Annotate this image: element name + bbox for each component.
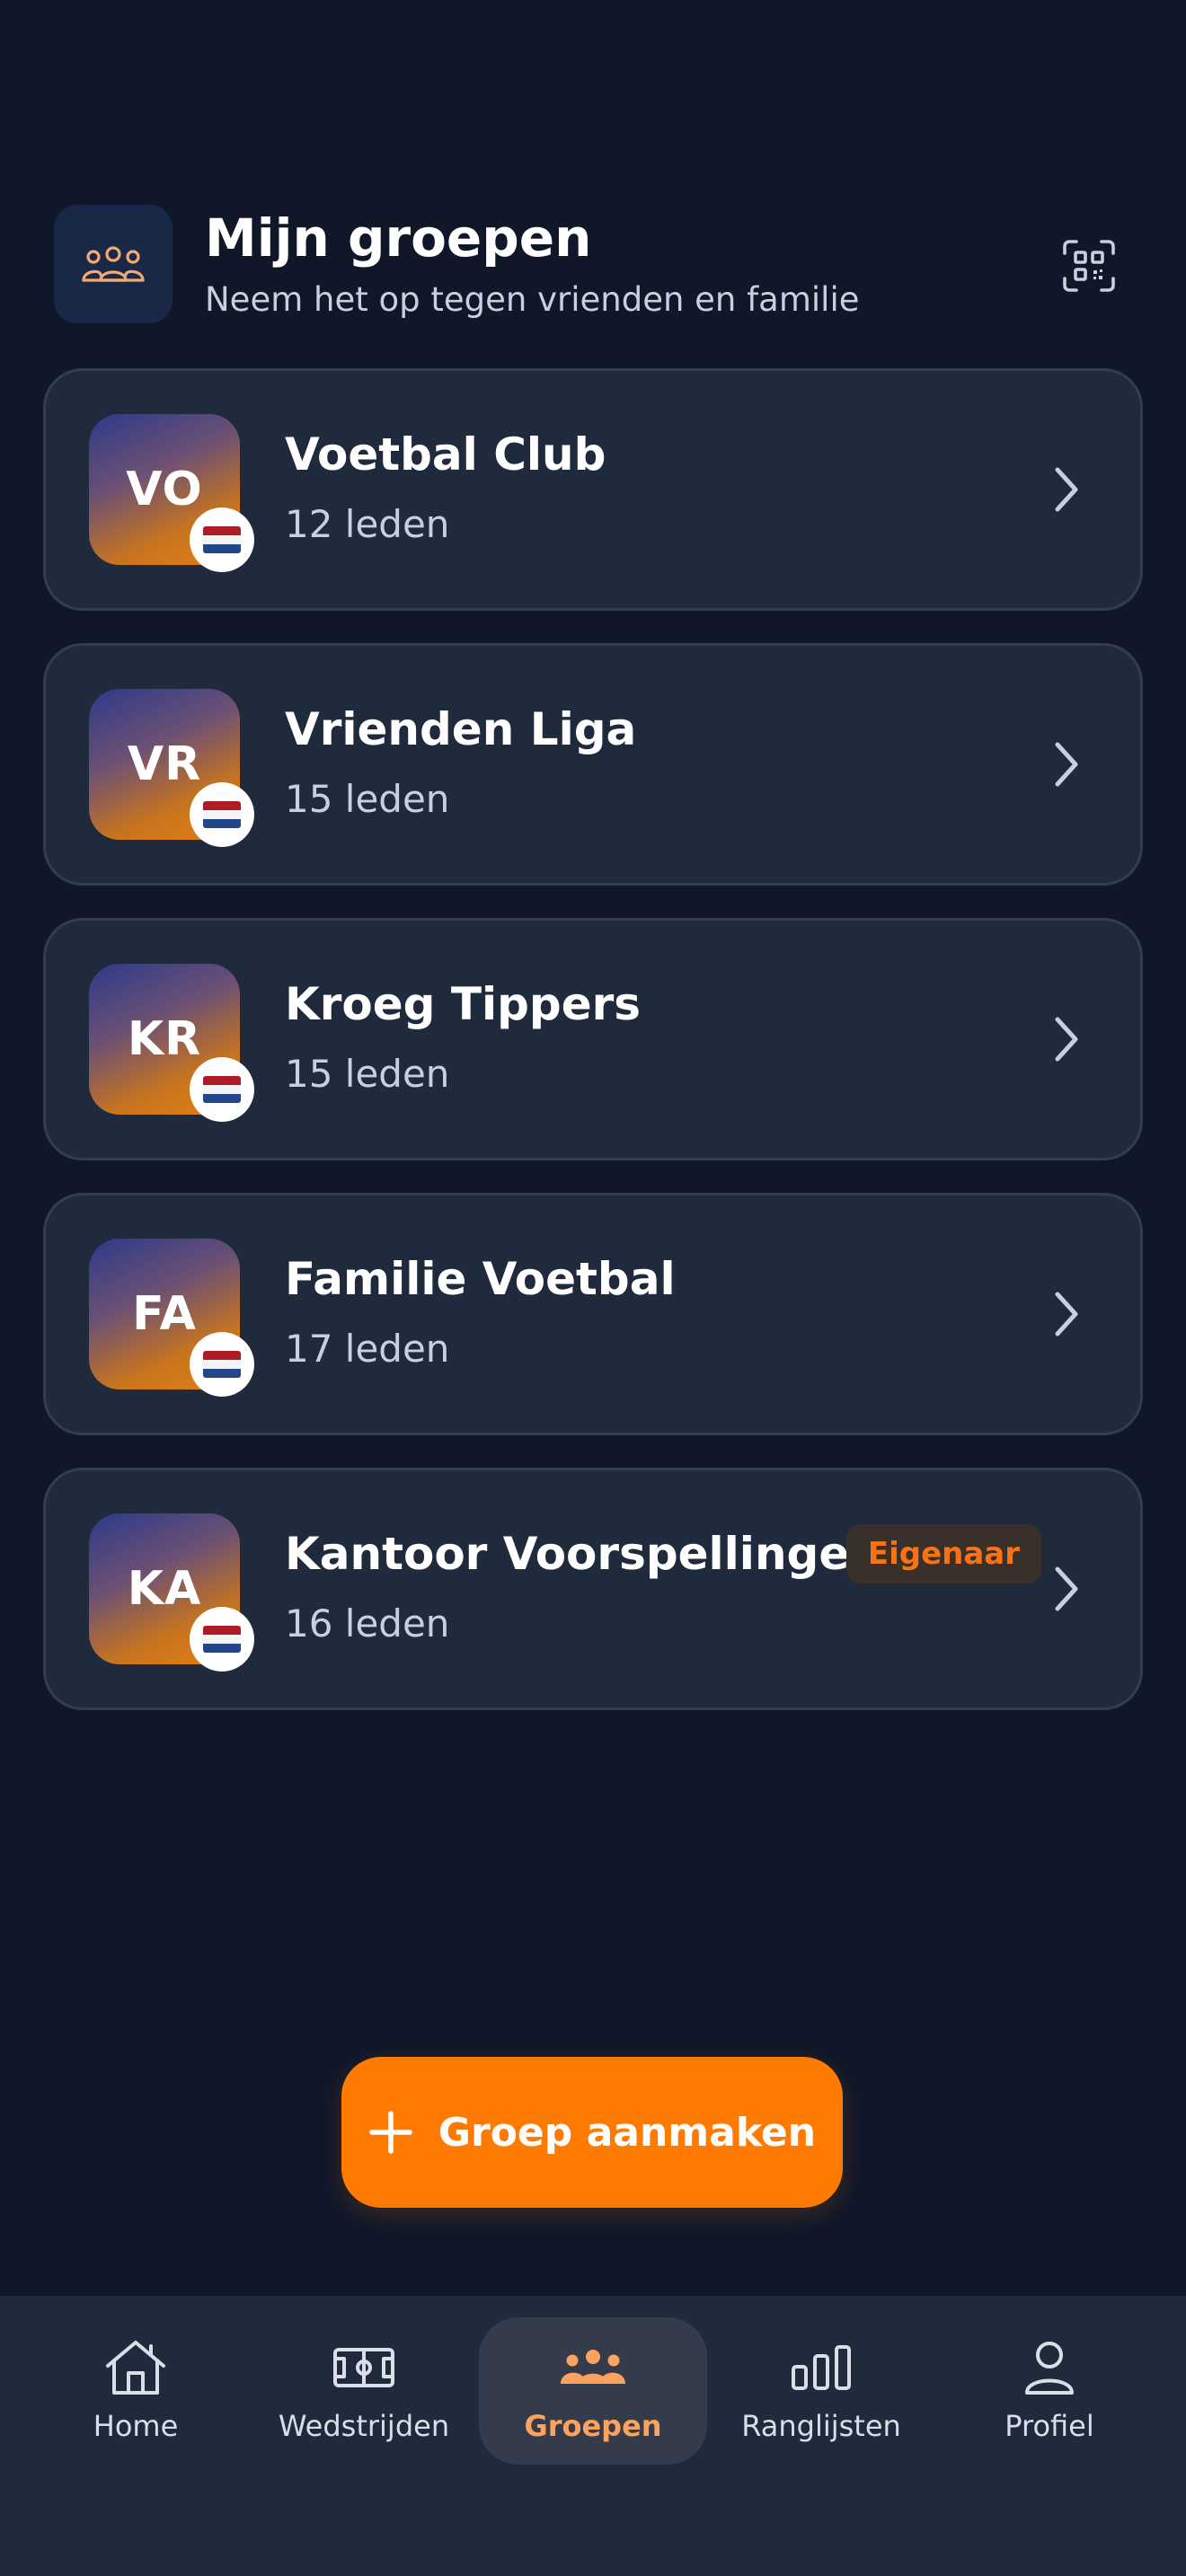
groups-screen: Mijn groepen Neem het op tegen vrienden … [0,0,1186,2576]
group-initials: VR [127,737,202,791]
netherlands-flag-icon [190,507,254,572]
group-card[interactable]: VR Vrienden Liga 15 leden [43,643,1143,886]
group-initials: KR [127,1012,202,1066]
nav-label: Groepen [524,2409,662,2443]
group-name: Vrienden Liga [285,703,637,755]
group-member-count: 12 leden [285,502,450,546]
chevron-right-icon [1038,1010,1095,1068]
group-initials: FA [132,1287,197,1341]
netherlands-flag-icon [190,1332,254,1397]
group-name: Kantoor Voorspellingen [285,1528,881,1580]
group-name: Voetbal Club [285,428,606,481]
qr-code-icon [1063,240,1115,292]
group-name: Familie Voetbal [285,1253,676,1305]
group-card[interactable]: KA Kantoor Voorspellingen 16 leden Eigen… [43,1468,1143,1710]
page-subtitle: Neem het op tegen vrienden en familie [205,280,860,319]
group-member-count: 16 leden [285,1601,450,1645]
nav-label: Ranglijsten [741,2409,901,2443]
chevron-right-icon [1038,461,1095,518]
nav-label: Wedstrijden [278,2409,450,2443]
nav-item-home[interactable]: Home [22,2317,250,2465]
bottom-navigation: Home Wedstrijden Groepen Ranglijsten Pro… [0,2296,1186,2576]
netherlands-flag-icon [190,1057,254,1122]
nav-item-groepen[interactable]: Groepen [479,2317,707,2465]
group-member-count: 15 leden [285,777,450,821]
nav-label: Profiel [1005,2409,1094,2443]
qr-scan-button[interactable] [1046,223,1132,309]
group-initials: KA [127,1562,202,1616]
create-group-label: Groep aanmaken [438,2109,817,2156]
user-icon [1013,2332,1085,2404]
home-icon [100,2332,172,2404]
chevron-right-icon [1038,736,1095,793]
football-field-icon [328,2332,400,2404]
netherlands-flag-icon [190,1607,254,1672]
group-list: VO Voetbal Club 12 leden VR Vrienden Lig… [43,368,1143,1742]
group-card[interactable]: FA Familie Voetbal 17 leden [43,1193,1143,1435]
nav-item-ranglijsten[interactable]: Ranglijsten [707,2317,935,2465]
users-icon [54,205,173,323]
page-title: Mijn groepen [205,207,592,269]
bar-chart-icon [785,2332,857,2404]
nav-item-profiel[interactable]: Profiel [935,2317,1164,2465]
group-card[interactable]: VO Voetbal Club 12 leden [43,368,1143,611]
nav-label: Home [93,2409,179,2443]
group-name: Kroeg Tippers [285,978,642,1030]
group-card[interactable]: KR Kroeg Tippers 15 leden [43,918,1143,1160]
chevron-right-icon [1038,1285,1095,1343]
group-member-count: 17 leden [285,1327,450,1371]
chevron-right-icon [1038,1560,1095,1618]
netherlands-flag-icon [190,782,254,847]
create-group-button[interactable]: Groep aanmaken [341,2057,843,2208]
users-icon [557,2332,629,2404]
nav-item-wedstrijden[interactable]: Wedstrijden [250,2317,478,2465]
group-member-count: 15 leden [285,1052,450,1096]
owner-badge: Eigenaar [845,1524,1041,1584]
page-header: Mijn groepen Neem het op tegen vrienden … [54,205,1132,325]
group-initials: VO [126,463,203,516]
plus-icon [369,2111,412,2154]
